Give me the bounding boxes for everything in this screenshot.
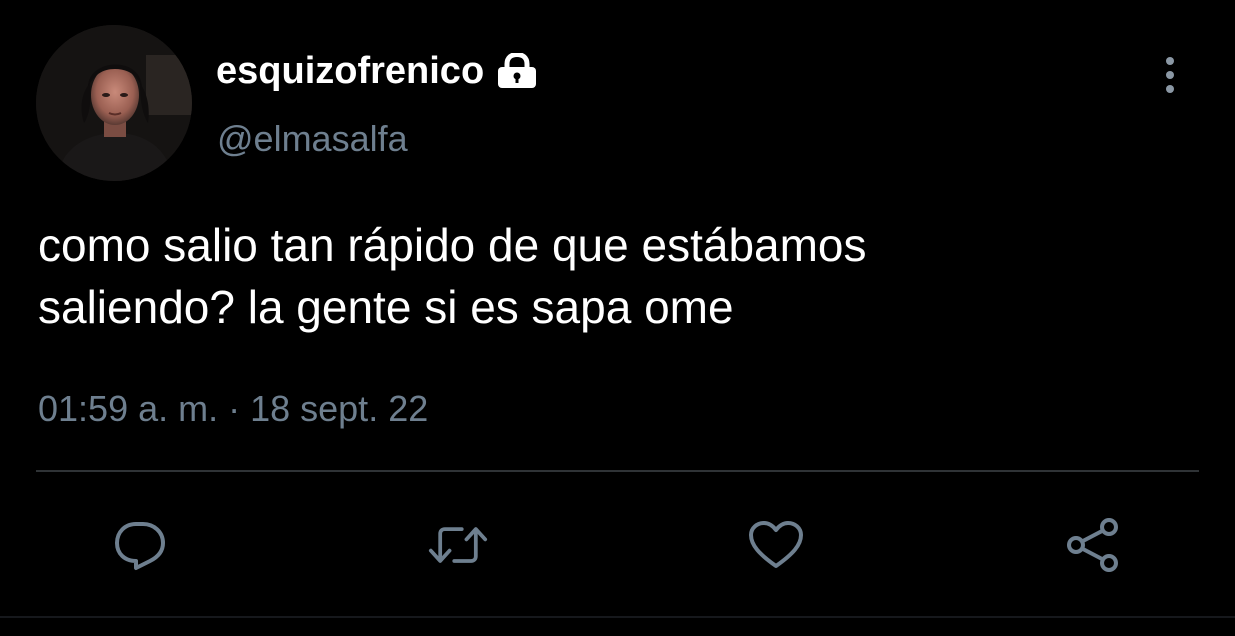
heart-icon bbox=[749, 521, 803, 568]
lock-icon bbox=[496, 53, 538, 89]
bottom-divider bbox=[0, 616, 1235, 618]
tweet-timestamp[interactable]: 01:59 a. m. · 18 sept. 22 bbox=[38, 388, 428, 430]
display-name-row: esquizofrenico bbox=[216, 46, 538, 96]
retweet-icon bbox=[428, 527, 488, 563]
display-name[interactable]: esquizofrenico bbox=[216, 50, 484, 93]
more-vertical-icon bbox=[1166, 57, 1174, 93]
share-button[interactable] bbox=[1063, 515, 1123, 575]
reply-button[interactable] bbox=[110, 515, 170, 575]
divider bbox=[36, 470, 1199, 472]
retweet-button[interactable] bbox=[428, 515, 488, 575]
more-options-button[interactable] bbox=[1150, 52, 1190, 98]
reply-icon bbox=[115, 522, 165, 570]
profile-photo bbox=[36, 25, 192, 181]
avatar[interactable] bbox=[36, 25, 192, 181]
user-handle[interactable]: @elmasalfa bbox=[217, 118, 408, 160]
like-button[interactable] bbox=[746, 515, 806, 575]
share-icon bbox=[1067, 518, 1118, 572]
tweet-text: como salio tan rápido de que estábamos s… bbox=[38, 219, 867, 333]
